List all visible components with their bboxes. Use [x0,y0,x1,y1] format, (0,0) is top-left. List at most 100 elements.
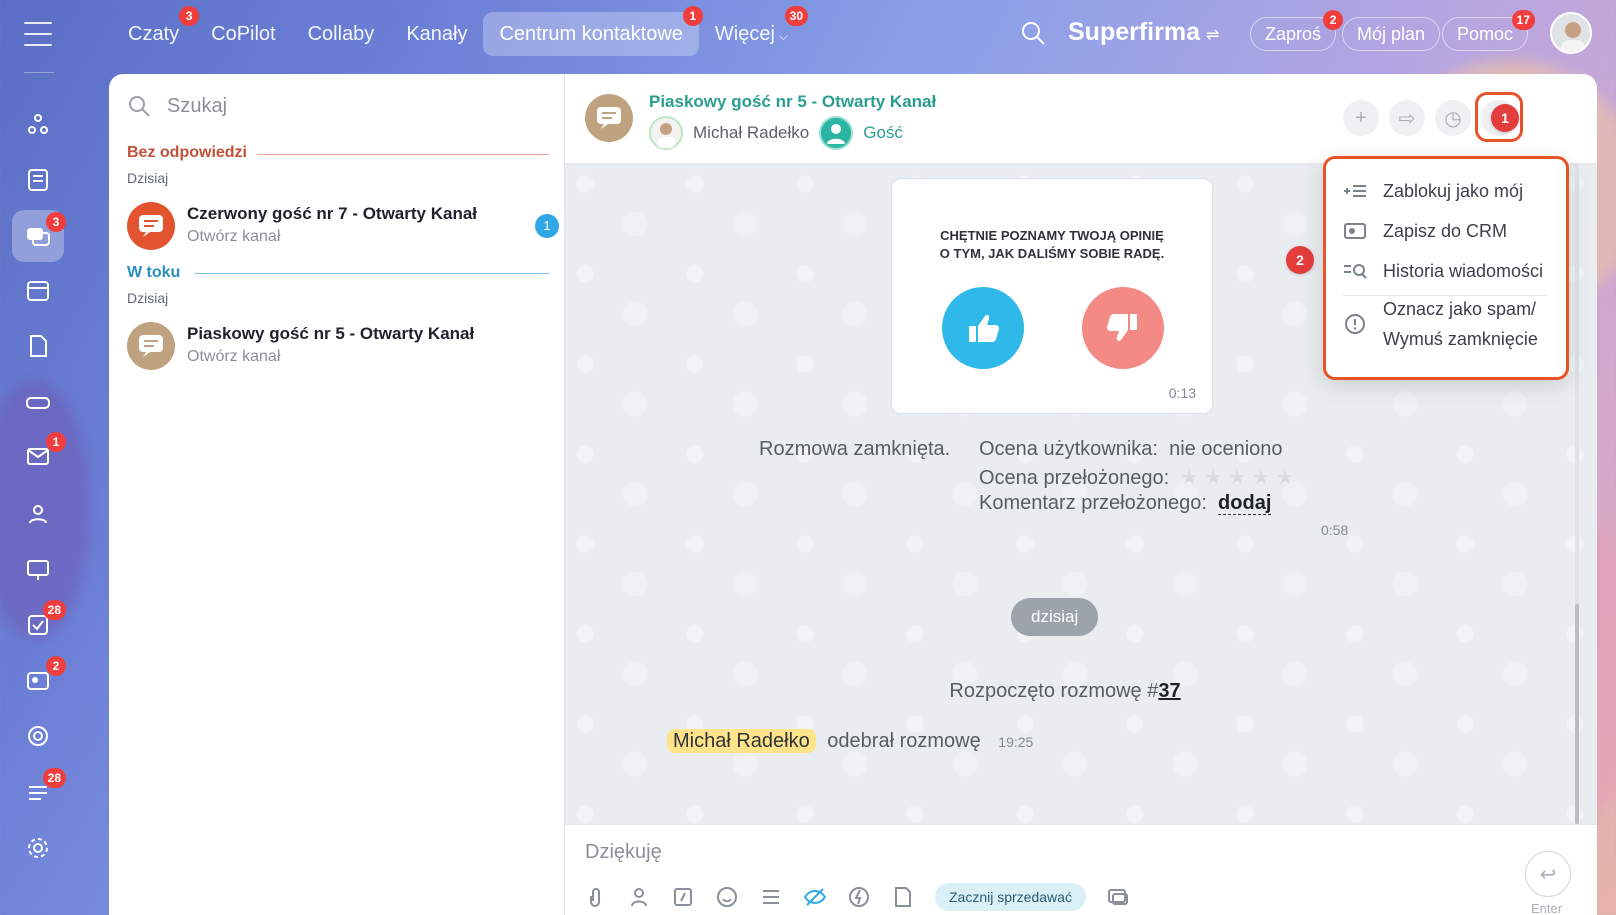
form-icon[interactable] [759,885,783,909]
guest-name[interactable]: Gość [863,123,903,143]
rail-employees-icon[interactable] [12,488,64,540]
nav-item-copilot[interactable]: CoPilot [195,12,291,56]
rail-badge: 28 [42,600,66,620]
quick-answer-icon[interactable] [671,885,695,909]
search-icon[interactable] [1020,20,1046,46]
help-button[interactable]: Pomoc 17 [1442,10,1536,51]
date-divider: dzisiaj [1011,598,1099,636]
rail-badge: 28 [42,768,66,788]
step-badge-2: 2 [1286,246,1314,274]
forward-icon[interactable]: ⇨ [1389,100,1425,136]
rail-docs-icon[interactable] [12,320,64,372]
rail-boards-icon[interactable] [12,544,64,596]
message-time: 19:25 [998,734,1034,750]
lightning-icon[interactable] [847,885,871,909]
user-avatar[interactable] [1550,12,1592,54]
top-navigation: Czaty 3 CoPilot Collaby Kanały Centrum k… [112,6,809,56]
conversation-started: Rozpoczęto rozmowę #37 [565,680,1565,703]
operator-avatar[interactable] [649,116,683,150]
rail-badge: 3 [46,212,66,232]
highlight-menu [1323,156,1569,380]
scrollbar-thumb[interactable] [1575,604,1579,824]
step-badge-1: 1 [1491,104,1519,132]
supervisor-comment-label: Komentarz przełożonego: [979,492,1207,514]
nav-label: Kanały [406,23,468,45]
chat-scrollbar[interactable] [1575,164,1579,824]
dialog-title: Piaskowy gość nr 5 - Otwarty Kanał [187,324,475,343]
nav-label: CoPilot [211,23,276,45]
rail-mail-icon[interactable]: 1 [12,430,66,482]
nav-item-contact-center[interactable]: Centrum kontaktowe 1 [483,6,703,56]
supervisor-rating-row: Ocena przełożonego: ★★★★★ [979,465,1300,490]
rating-card: CHĘTNIE POZNAMY TWOJĄ OPINIĘ O TYM, JAK … [891,178,1213,414]
nav-item-collaby[interactable]: Collaby [292,12,391,56]
chat-members: Michał Radełko Gość [649,116,903,150]
hidden-message-icon[interactable] [803,885,827,909]
contact-icon[interactable] [627,885,651,909]
nav-item-chats[interactable]: Czaty 3 [112,6,200,56]
supervisor-comment-row: Komentarz przełożonego: dodaj [979,492,1272,515]
add-user-icon[interactable]: + [1343,100,1379,136]
rail-crm-icon[interactable]: 2 [12,654,66,706]
history-icon[interactable]: ◷ [1435,100,1471,136]
dialog-list-panel: Szukaj Bez odpowiedzi Dzisiaj Czerwony g… [109,74,564,915]
rail-automation-icon[interactable]: 28 [12,766,66,818]
operator-name[interactable]: Michał Radełko [693,123,809,143]
section-divider [195,273,549,274]
smile-icon[interactable] [715,885,739,909]
chat-title[interactable]: Piaskowy gość nr 5 - Otwarty Kanał [649,92,936,112]
transcript-icon[interactable] [1106,885,1130,909]
add-comment-link[interactable]: dodaj [1218,492,1272,515]
rail-sites-icon[interactable] [12,98,64,150]
dialog-search[interactable]: Szukaj [127,94,227,118]
rail-calendar-icon[interactable] [12,264,64,316]
rail-settings-icon[interactable] [12,822,64,874]
thumbs-up-icon[interactable] [942,287,1024,369]
nav-item-channels[interactable]: Kanały [390,12,483,56]
sales-doc-icon[interactable] [891,885,915,909]
search-placeholder: Szukaj [167,94,228,117]
my-plan-button[interactable]: Mój plan [1342,17,1441,51]
chat-bubble-icon [127,322,175,370]
start-selling-button[interactable]: Zacznij sprzedawać [935,883,1086,911]
help-label: Pomoc [1457,24,1514,44]
nav-label: Collaby [307,23,375,45]
rating-prompt-line2: O TYM, JAK DALIŚMY SOBIE RADĘ. [939,246,1165,261]
thumbs-down-icon[interactable] [1082,287,1164,369]
operator-name-chip[interactable]: Michał Radełko [667,729,816,753]
invite-label: Zaproś [1265,24,1322,44]
rail-tasks-icon[interactable]: 28 [12,598,66,650]
company-name[interactable]: Superfirma ⇌ [1068,18,1219,47]
star-rating[interactable]: ★★★★★ [1180,467,1300,489]
supervisor-rating-label: Ocena przełożonego: [979,467,1170,489]
taken-row: Michał Radełko odebrał rozmowę 19:25 [667,729,1034,753]
rail-goals-icon[interactable] [12,710,64,762]
rating-prompt-line1: CHĘTNIE POZNAMY TWOJĄ OPINIĘ [940,228,1164,243]
chat-bubble-icon [585,94,633,142]
message-composer: Dziękuję Zacznij sprzedawać ↩ Enter [565,824,1597,915]
section-in-progress-title: W toku [127,264,181,281]
attach-icon[interactable] [583,885,607,909]
dialog-subtitle: Otwórz kanał [187,348,281,365]
rail-drive-icon[interactable] [12,376,64,428]
nav-label: Więcej [714,23,775,45]
invite-button[interactable]: Zaproś 2 [1250,10,1344,51]
conversation-id-link[interactable]: 37 [1158,680,1180,702]
send-icon[interactable]: ↩ [1525,851,1571,897]
rail-chats-icon[interactable]: 3 [12,210,66,262]
chevron-down-icon: ⌵ [778,29,789,43]
nav-item-more[interactable]: Więcej ⌵ 30 [699,6,809,56]
dialog-item[interactable]: Piaskowy gość nr 5 - Otwarty Kanał Otwór… [127,318,547,374]
message-input[interactable]: Dziękuję [585,841,662,864]
menu-burger-icon[interactable] [24,22,52,46]
guest-avatar[interactable] [819,116,854,150]
top-bar: Czaty 3 CoPilot Collaby Kanały Centrum k… [0,0,1616,72]
send-hint: Enter [1531,901,1563,915]
nav-label: Czaty [128,23,180,45]
rail-badge: 1 [46,432,66,452]
search-icon [129,96,150,117]
dialog-item[interactable]: Czerwony gość nr 7 - Otwarty Kanał Otwór… [127,198,559,254]
invite-badge: 2 [1323,10,1344,30]
rail-feed-icon[interactable] [12,154,64,206]
taken-label: odebrał rozmowę [827,730,981,752]
